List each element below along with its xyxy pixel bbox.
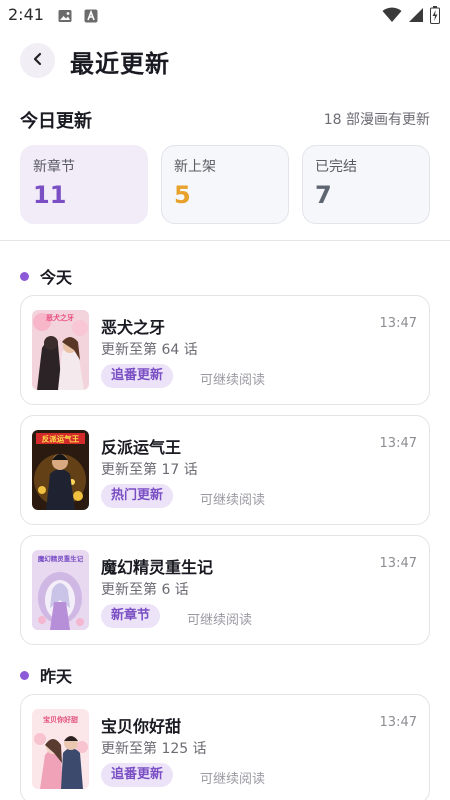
day-dot — [20, 670, 29, 680]
continue-hint: 可继续阅读 — [187, 613, 253, 628]
comic-cover: 宝贝你好甜 — [32, 709, 89, 789]
comic-cover: 反派运气王 — [32, 430, 89, 510]
system-indicators — [382, 6, 440, 28]
app-notification-icon — [84, 8, 98, 27]
update-tag: 追番更新 — [101, 763, 174, 787]
summary-note: 18 部漫画有更新 — [323, 112, 430, 128]
comic-cover: 魔幻精灵重生记 — [32, 550, 89, 630]
stat-label: 已完结 — [315, 159, 357, 175]
comic-title: 宝贝你好甜 — [101, 717, 182, 736]
update-progress: 更新至第 17 话 — [101, 462, 198, 478]
day-label: 昨天 — [40, 667, 73, 686]
stat-card-new-titles[interactable]: 新上架 5 — [161, 145, 289, 224]
day-label: 今天 — [40, 268, 73, 287]
day-dot — [20, 271, 29, 281]
update-tag: 新章节 — [101, 604, 161, 628]
update-progress: 更新至第 64 话 — [101, 342, 198, 358]
svg-text:恶犬之牙: 恶犬之牙 — [46, 313, 74, 322]
stat-value: 5 — [174, 181, 191, 209]
chevron-left-icon — [32, 51, 44, 70]
divider — [0, 240, 450, 241]
svg-text:宝贝你好甜: 宝贝你好甜 — [43, 715, 78, 724]
day-header-today: 今天 — [20, 264, 72, 288]
update-progress: 更新至第 6 话 — [101, 582, 189, 598]
day-header-yesterday: 昨天 — [20, 663, 72, 687]
status-time: 2:41 — [8, 5, 44, 24]
list-item[interactable]: 恶犬之牙 恶犬之牙 13:47 更新至第 64 话 追番更新 可继续阅读 — [20, 295, 430, 405]
svg-text:魔幻精灵重生记: 魔幻精灵重生记 — [37, 554, 84, 563]
page-title: 最近更新 — [70, 50, 170, 78]
back-button[interactable] — [20, 43, 55, 78]
stat-label: 新上架 — [174, 159, 216, 175]
signal-icon — [408, 7, 424, 27]
list-item[interactable]: 反派运气王 反派运气王 13:47 更新至第 17 话 热门更新 可继续阅读 — [20, 415, 430, 525]
stat-card-new-chapters[interactable]: 新章节 11 — [20, 145, 148, 224]
list-item[interactable]: 魔幻精灵重生记 魔幻精灵重生记 13:47 更新至第 6 话 新章节 可继续阅读 — [20, 535, 430, 645]
update-tag: 热门更新 — [101, 484, 174, 508]
image-notification-icon — [58, 8, 72, 27]
continue-hint: 可继续阅读 — [200, 772, 266, 787]
stat-card-completed[interactable]: 已完结 7 — [302, 145, 430, 224]
update-time: 13:47 — [379, 715, 417, 730]
battery-icon — [430, 6, 440, 28]
svg-text:反派运气王: 反派运气王 — [42, 434, 80, 444]
stat-value: 7 — [315, 181, 332, 209]
update-time: 13:47 — [379, 556, 417, 571]
comic-title: 反派运气王 — [101, 438, 182, 457]
update-time: 13:47 — [379, 436, 417, 451]
comic-title: 魔幻精灵重生记 — [101, 558, 214, 577]
stat-label: 新章节 — [33, 159, 75, 175]
stat-value: 11 — [33, 181, 67, 209]
update-progress: 更新至第 125 话 — [101, 741, 207, 757]
continue-hint: 可继续阅读 — [200, 373, 266, 388]
summary-title: 今日更新 — [20, 111, 92, 132]
continue-hint: 可继续阅读 — [200, 493, 266, 508]
comic-cover: 恶犬之牙 — [32, 310, 89, 390]
update-time: 13:47 — [379, 316, 417, 331]
comic-title: 恶犬之牙 — [101, 318, 166, 337]
status-bar: 2:41 — [0, 0, 450, 30]
wifi-icon — [382, 7, 402, 27]
update-tag: 追番更新 — [101, 364, 174, 388]
list-item[interactable]: 宝贝你好甜 宝贝你好甜 13:47 更新至第 125 话 追番更新 可继续阅读 — [20, 694, 430, 800]
